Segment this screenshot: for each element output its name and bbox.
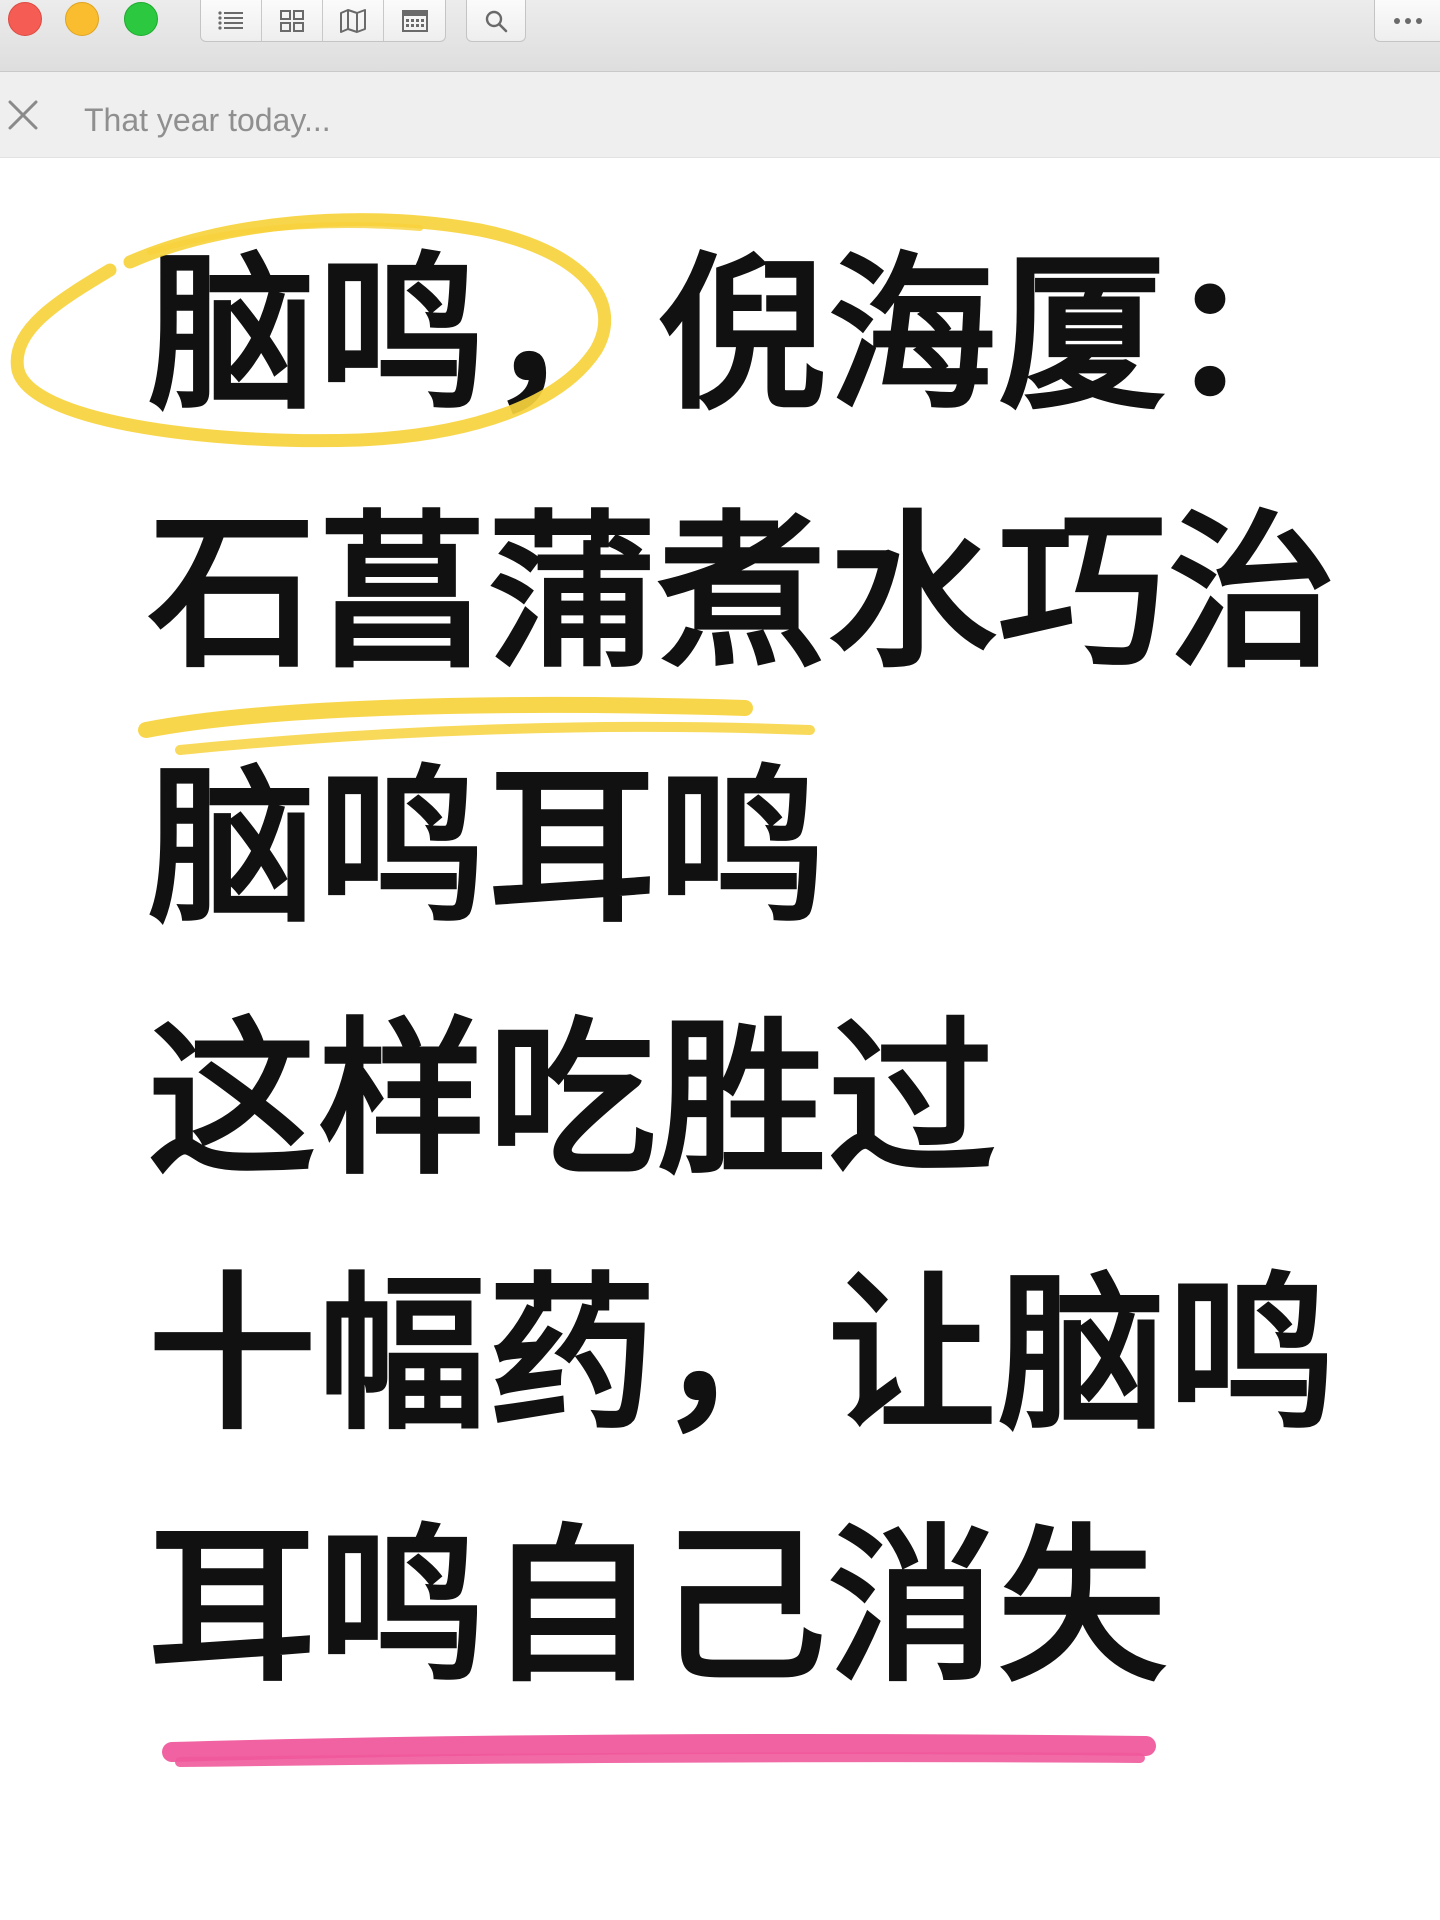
calendar-view-button[interactable] [384,0,445,41]
entry-header: That year today... [0,72,1440,158]
text-line-6: 耳鸣自己消失 [148,1507,1168,1705]
zoom-window-button[interactable] [124,2,158,36]
window-titlebar [0,0,1440,72]
entry-body: 脑鸣，倪海厦： 石菖蒲煮水巧治 脑鸣耳鸣 这样吃胜过 十幅药，让脑鸣 耳鸣自己消… [8,158,1440,1920]
map-view-button[interactable] [323,0,384,41]
close-icon[interactable] [6,98,40,132]
minimize-window-button[interactable] [65,2,99,36]
list-view-button[interactable] [201,0,262,41]
close-window-button[interactable] [8,2,42,36]
grid-view-button[interactable] [262,0,323,41]
more-icon [1393,17,1422,24]
text-line-5: 十幅药，让脑鸣 [148,1255,1338,1453]
search-icon [485,10,508,32]
text-line-4: 这样吃胜过 [148,1000,998,1198]
text-line-1: 脑鸣，倪海厦： [148,235,1338,433]
search-button[interactable] [466,0,526,42]
text-line-2: 石菖蒲煮水巧治 [148,493,1338,691]
map-icon [340,9,366,33]
calendar-icon [401,10,428,32]
text-line-3: 脑鸣耳鸣 [148,748,828,946]
grid-icon [280,10,304,32]
page-title: That year today... [84,102,331,138]
more-button[interactable] [1374,0,1440,42]
list-icon [218,11,243,30]
view-toolbar [200,0,446,42]
